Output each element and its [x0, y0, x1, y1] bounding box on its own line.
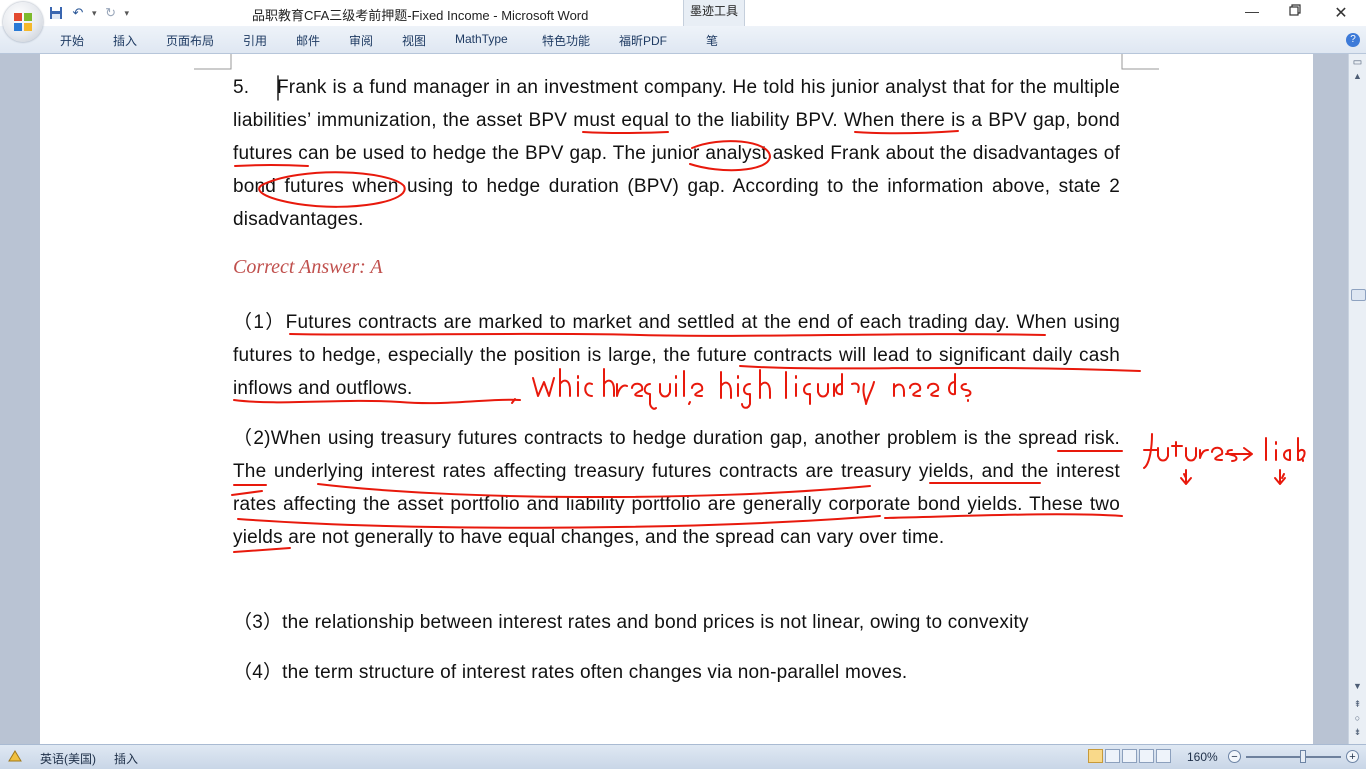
document-area[interactable]: 5. Frank is a fund manager in an investme…	[0, 54, 1348, 744]
title-bar: ↶ ▾ ↻ ▾ 品职教育CFA三级考前押题-Fixed Income - Mic…	[0, 0, 1366, 27]
language-indicator[interactable]: 英语(美国)	[40, 750, 96, 767]
tab-mailings[interactable]: 邮件	[296, 32, 320, 49]
answer-1-text: （1）Futures contracts are marked to marke…	[233, 312, 1120, 399]
scroll-up-icon[interactable]: ▲	[1351, 70, 1364, 83]
vertical-scrollbar[interactable]: ▭ ▲ ▼ ⇞ ○ ⇟	[1348, 54, 1366, 744]
margin-corner-mark	[1121, 54, 1159, 70]
tab-page-layout[interactable]: 页面布局	[166, 32, 214, 49]
answer-4: （4）the term structure of interest rates …	[233, 656, 1120, 689]
save-icon[interactable]	[48, 5, 64, 21]
insert-mode-indicator[interactable]: 插入	[114, 750, 138, 767]
answer-3: （3）the relationship between interest rat…	[233, 606, 1120, 639]
office-logo-icon	[14, 13, 32, 31]
ribbon: 开始 插入 页面布局 引用 邮件 审阅 视图 MathType 特色功能 福昕P…	[0, 26, 1366, 54]
answer-1: （1）Futures contracts are marked to marke…	[233, 306, 1120, 405]
zoom-level[interactable]: 160%	[1187, 750, 1218, 764]
answer-4-text: （4）the term structure of interest rates …	[233, 662, 908, 683]
office-button[interactable]	[3, 2, 43, 42]
close-icon[interactable]: ✕	[1331, 3, 1351, 22]
tab-home[interactable]: 开始	[60, 32, 84, 49]
web-layout-view-button[interactable]	[1122, 749, 1137, 763]
zoom-out-button[interactable]: −	[1228, 750, 1241, 763]
zoom-in-button[interactable]: +	[1346, 750, 1359, 763]
tab-review[interactable]: 审阅	[349, 32, 373, 49]
help-icon[interactable]: ?	[1346, 33, 1360, 47]
outline-view-button[interactable]	[1139, 749, 1154, 763]
question-block: 5. Frank is a fund manager in an investme…	[233, 71, 1120, 236]
ruler-toggle-icon[interactable]: ▭	[1351, 56, 1364, 69]
status-bar: 英语(美国) 插入 160% − +	[0, 744, 1366, 769]
minimize-icon[interactable]: —	[1242, 3, 1262, 21]
undo-icon[interactable]: ↶	[70, 5, 86, 21]
draft-view-button[interactable]	[1156, 749, 1171, 763]
tab-mathtype[interactable]: MathType	[455, 32, 508, 46]
undo-dropdown-icon[interactable]: ▾	[92, 8, 97, 19]
scroll-thumb[interactable]	[1351, 289, 1366, 301]
correct-answer-heading: Correct Answer: A	[233, 256, 383, 278]
print-layout-view-button[interactable]	[1088, 749, 1103, 763]
proofing-warning-icon[interactable]	[8, 750, 22, 762]
question-paragraph: 5. Frank is a fund manager in an investme…	[233, 71, 1120, 236]
window-title: 品职教育CFA三级考前押题-Fixed Income - Microsoft W…	[252, 8, 589, 23]
restore-icon[interactable]	[1285, 3, 1305, 21]
tab-references[interactable]: 引用	[243, 32, 267, 49]
tab-special-features[interactable]: 特色功能	[542, 32, 590, 49]
margin-corner-mark	[194, 54, 232, 70]
ink-tools-contextual-tab: 墨迹工具	[683, 0, 745, 26]
quick-access-toolbar: ↶ ▾ ↻ ▾	[48, 4, 129, 22]
tab-insert[interactable]: 插入	[113, 32, 137, 49]
customize-qat-icon[interactable]: ▾	[125, 8, 130, 19]
zoom-slider-thumb[interactable]	[1300, 750, 1306, 763]
zoom-slider[interactable]	[1246, 750, 1341, 763]
full-screen-reading-view-button[interactable]	[1105, 749, 1120, 763]
tab-pen[interactable]: 笔	[706, 32, 718, 49]
select-browse-icon[interactable]: ○	[1351, 712, 1364, 725]
answer-3-text: （3）the relationship between interest rat…	[233, 612, 1029, 633]
view-buttons	[1088, 749, 1171, 763]
redo-icon[interactable]: ↻	[103, 5, 119, 21]
scroll-down-icon[interactable]: ▼	[1351, 680, 1364, 693]
prev-page-icon[interactable]: ⇞	[1351, 698, 1364, 711]
tab-foxit-pdf[interactable]: 福昕PDF	[619, 32, 667, 49]
answer-2-text: （2)When using treasury futures contracts…	[233, 428, 1120, 548]
next-page-icon[interactable]: ⇟	[1351, 726, 1364, 739]
answer-2: （2)When using treasury futures contracts…	[233, 422, 1120, 554]
question-text: Frank is a fund manager in an investment…	[233, 77, 1120, 230]
document-page[interactable]: 5. Frank is a fund manager in an investme…	[40, 54, 1313, 744]
question-number: 5.	[233, 77, 250, 98]
tab-view[interactable]: 视图	[402, 32, 426, 49]
